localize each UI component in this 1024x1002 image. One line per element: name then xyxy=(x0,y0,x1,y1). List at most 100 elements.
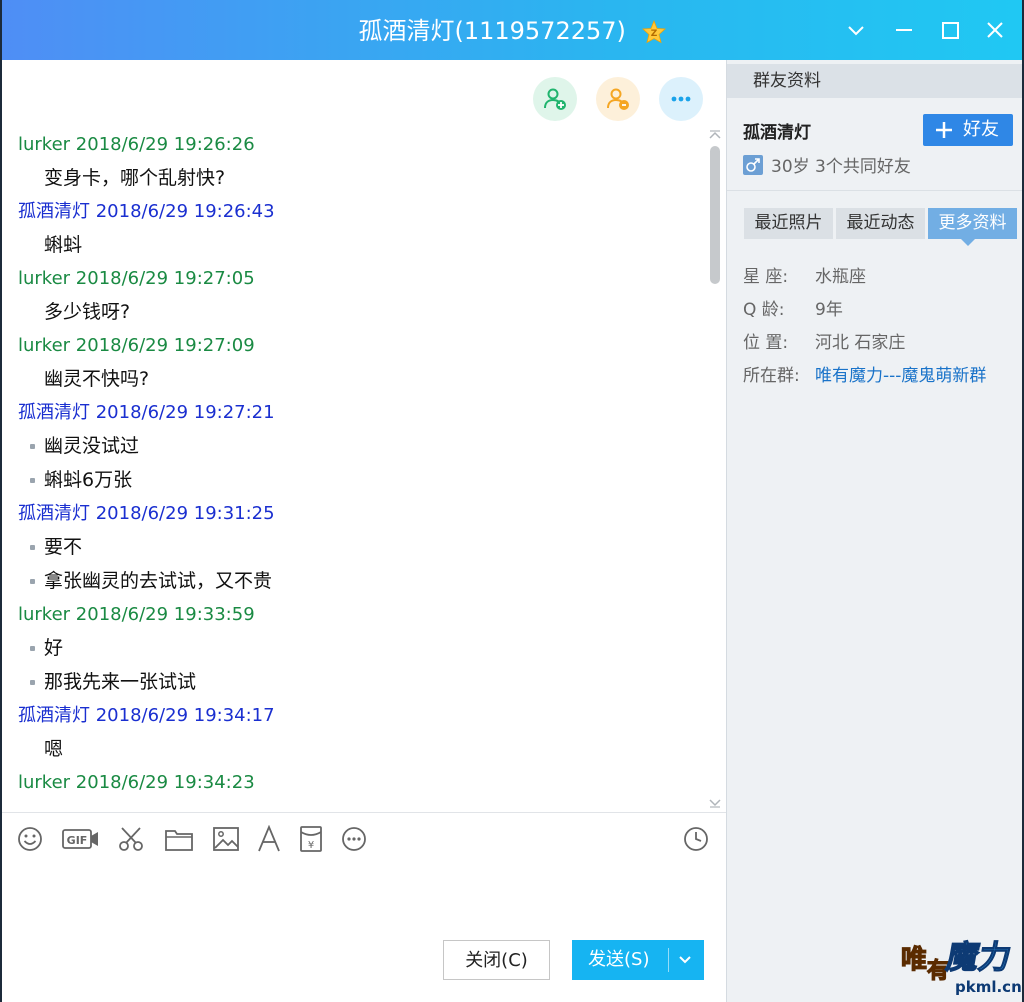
bullet-icon xyxy=(30,680,35,685)
detail-group: 所在群: 唯有魔力---魔鬼萌新群 xyxy=(743,363,986,389)
maximize-icon[interactable] xyxy=(934,14,966,46)
watermark-url: pkml.cn xyxy=(955,978,1022,996)
message-header: 孤酒清灯 2018/6/29 19:34:17 xyxy=(18,705,275,726)
add-friend-button[interactable]: 好友 xyxy=(923,114,1013,146)
message-header: lurker 2018/6/29 19:33:59 xyxy=(18,604,255,625)
vip-star-icon: Z xyxy=(641,19,666,44)
svg-text:魔力: 魔力 xyxy=(943,938,1014,976)
message-text: 幽灵没试过 xyxy=(18,429,698,463)
message-line: 幽灵不快吗? xyxy=(44,368,150,390)
emoji-icon[interactable] xyxy=(16,825,44,855)
message-line: 要不 xyxy=(44,536,83,558)
profile-name: 孤酒清灯 xyxy=(743,123,811,143)
svg-text:GIF: GIF xyxy=(67,834,88,847)
send-divider xyxy=(668,948,669,972)
history-clock-icon[interactable] xyxy=(682,825,710,855)
message-text: 那我先来一张试试 xyxy=(18,665,698,699)
message-line: 幽灵没试过 xyxy=(44,435,140,457)
bullet-icon xyxy=(30,478,35,483)
panel-header: 群友资料 xyxy=(727,64,1022,98)
member-profile-panel: 群友资料 孤酒清灯 好友 30岁 3个共同好友 最近照片 最近动态 更多资料 星… xyxy=(726,60,1022,1002)
detail-value: 9年 xyxy=(815,300,843,320)
message-line: 好 xyxy=(44,637,64,659)
detail-value: 水瓶座 xyxy=(815,267,866,287)
message-line: 嗯 xyxy=(44,738,64,760)
message-line: 多少钱呀? xyxy=(44,301,131,323)
message-line: 变身卡，哪个乱射快? xyxy=(44,167,226,189)
bullet-icon xyxy=(30,579,35,584)
add-friend-label: 好友 xyxy=(963,119,999,140)
message-line: 拿张幽灵的去试试，又不贵 xyxy=(44,570,273,592)
group-link[interactable]: 唯有魔力---魔鬼萌新群 xyxy=(815,366,986,386)
message-header: lurker 2018/6/29 19:27:09 xyxy=(18,335,255,356)
tab-recent-photos[interactable]: 最近照片 xyxy=(744,208,833,239)
close-button[interactable]: 关闭(C) xyxy=(443,940,550,980)
message-header: lurker 2018/6/29 19:27:05 xyxy=(18,268,255,289)
plus-icon xyxy=(936,122,952,138)
tab-more-info[interactable]: 更多资料 xyxy=(928,208,1017,239)
message-text: 嗯 xyxy=(18,732,698,766)
scroll-up-icon[interactable] xyxy=(708,130,722,140)
person-settings-icon xyxy=(607,88,629,110)
detail-label: Q 龄: xyxy=(743,300,785,320)
message-text: 要不 xyxy=(18,530,698,564)
svg-text:Z: Z xyxy=(650,29,657,39)
detail-q-age: Q 龄: 9年 xyxy=(743,297,843,323)
message-text: 幽灵不快吗? xyxy=(18,362,698,396)
profile-info-text: 30岁 3个共同好友 xyxy=(771,157,911,177)
chevron-down-icon[interactable] xyxy=(674,952,696,968)
member-settings-button[interactable] xyxy=(596,77,640,121)
message-text: 蝌蚪 xyxy=(18,228,698,262)
add-member-button[interactable] xyxy=(533,77,577,121)
message-line: 蝌蚪6万张 xyxy=(44,469,133,491)
send-button-label: 发送(S) xyxy=(588,949,650,970)
bullet-icon xyxy=(30,545,35,550)
chat-window: 孤酒清灯(1119572257) Z lurker 2018/6/29 19:2… xyxy=(2,0,1022,1002)
detail-value: 河北 石家庄 xyxy=(815,333,906,353)
chevron-down-icon[interactable] xyxy=(840,14,872,46)
chat-pane: lurker 2018/6/29 19:26:26 变身卡，哪个乱射快? 孤酒清灯 … xyxy=(2,60,726,812)
site-watermark-logo: 唯 有 魔力 pkml.cn xyxy=(897,922,1022,998)
more-icon xyxy=(671,96,691,102)
message-text: 变身卡，哪个乱射快? xyxy=(18,161,698,195)
folder-icon[interactable] xyxy=(164,825,194,855)
tab-recent-activity[interactable]: 最近动态 xyxy=(836,208,925,239)
font-icon[interactable] xyxy=(256,825,282,855)
active-tab-pointer xyxy=(961,239,975,246)
message-header: 孤酒清灯 2018/6/29 19:27:21 xyxy=(18,402,275,423)
message-line: 那我先来一张试试 xyxy=(44,671,197,693)
message-scrollbar[interactable] xyxy=(706,130,722,810)
detail-label: 星 座: xyxy=(743,267,789,287)
close-icon[interactable] xyxy=(979,14,1011,46)
svg-text:¥: ¥ xyxy=(308,840,314,851)
scroll-down-icon[interactable] xyxy=(708,798,722,808)
minimize-icon[interactable] xyxy=(888,14,920,46)
bullet-icon xyxy=(30,646,35,651)
message-header: lurker 2018/6/29 19:26:26 xyxy=(18,134,255,155)
detail-label: 所在群: xyxy=(743,366,800,386)
message-header: lurker 2018/6/29 19:34:23 xyxy=(18,772,255,793)
title-bar[interactable]: 孤酒清灯(1119572257) Z xyxy=(2,0,1022,60)
input-area[interactable]: GIF ¥ 关闭(C) 发送(S) xyxy=(2,812,726,1002)
add-person-icon xyxy=(544,88,566,110)
detail-location: 位 置: 河北 石家庄 xyxy=(743,330,905,356)
more-icon[interactable] xyxy=(340,825,368,855)
red-packet-icon[interactable]: ¥ xyxy=(298,825,324,855)
gif-icon[interactable]: GIF xyxy=(62,825,100,855)
send-button[interactable]: 发送(S) xyxy=(572,940,704,980)
message-list[interactable]: lurker 2018/6/29 19:26:26 变身卡，哪个乱射快? 孤酒清灯 … xyxy=(18,128,698,799)
svg-text:唯: 唯 xyxy=(901,945,927,975)
detail-label: 位 置: xyxy=(743,333,789,353)
male-icon xyxy=(743,155,763,175)
message-text: 蝌蚪6万张 xyxy=(18,463,698,497)
message-header: 孤酒清灯 2018/6/29 19:26:43 xyxy=(18,201,275,222)
message-header: 孤酒清灯 2018/6/29 19:31:25 xyxy=(18,503,275,524)
more-options-button[interactable] xyxy=(659,77,703,121)
image-icon[interactable] xyxy=(212,825,240,855)
message-text: 多少钱呀? xyxy=(18,295,698,329)
detail-constellation: 星 座: 水瓶座 xyxy=(743,264,866,290)
screenshot-scissors-icon[interactable] xyxy=(116,825,146,855)
bullet-icon xyxy=(30,444,35,449)
scroll-thumb[interactable] xyxy=(710,146,720,284)
message-text: 拿张幽灵的去试试，又不贵 xyxy=(18,564,698,598)
